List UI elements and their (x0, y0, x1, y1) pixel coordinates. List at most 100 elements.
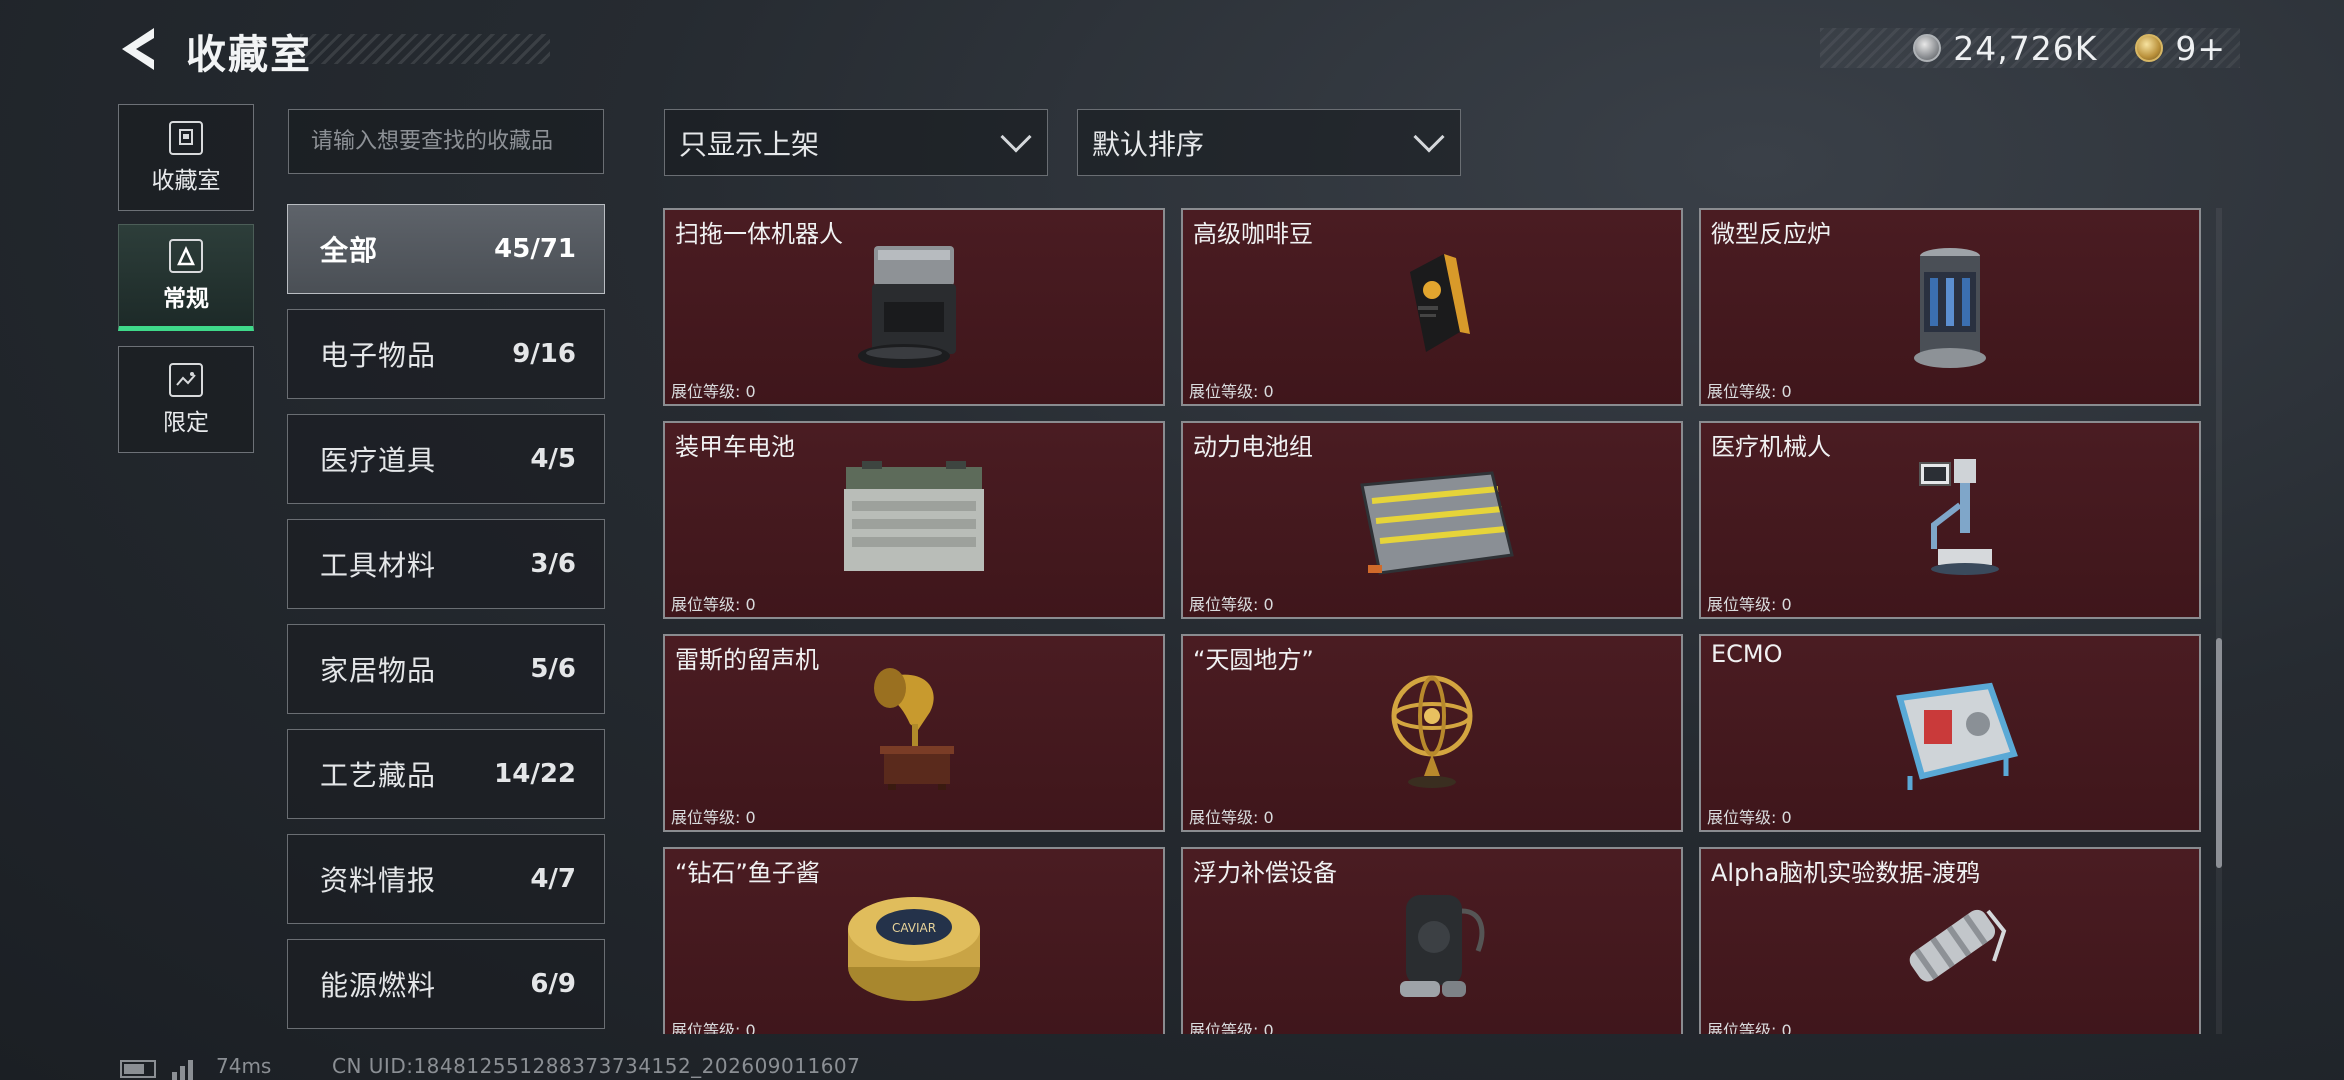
currency-amount: 24,726K (1953, 28, 2098, 68)
gramophone-icon (874, 668, 954, 790)
battery-pack-icon (1360, 471, 1514, 575)
category-name: 工艺藏品 (320, 759, 437, 792)
robot-vacuum-icon (858, 246, 956, 368)
category-energy[interactable]: 能源燃料 6/9 (287, 939, 605, 1029)
nav-tab-label: 收藏室 (151, 167, 221, 194)
item-grid: 扫拖一体机器人 展位等级: 0 高级咖啡豆 展位等级: 0 微型反应炉 展位等级… (663, 208, 2203, 1034)
back-arrow-icon (122, 28, 154, 70)
category-count: 4/7 (530, 864, 576, 894)
item-name: 微型反应炉 (1711, 220, 1831, 248)
item-name: 医疗机械人 (1711, 433, 1831, 461)
currency-badge[interactable]: 9+ (2175, 29, 2226, 68)
limited-icon (169, 362, 203, 397)
item-level: 展位等级: 0 (1707, 808, 1792, 827)
grid-scrollbar[interactable] (2216, 208, 2222, 1034)
category-medical[interactable]: 医疗道具 4/5 (287, 414, 605, 504)
chevron-down-icon (1413, 120, 1445, 153)
display-filter-value: 只显示上架 (679, 127, 820, 161)
caviar-tin-icon: CAVIAR (848, 897, 980, 1001)
chevron-down-icon (1000, 120, 1032, 153)
category-name: 资料情报 (320, 864, 437, 897)
category-name: 家居物品 (320, 654, 437, 687)
category-count: 4/5 (530, 444, 576, 474)
search-box[interactable] (288, 109, 604, 174)
signal-icon (172, 1056, 202, 1080)
battery-icon (120, 1060, 156, 1078)
nav-tab-collection-room[interactable]: 收藏室 (118, 104, 254, 211)
medal-icon (2135, 34, 2164, 62)
item-level: 展位等级: 0 (671, 595, 756, 614)
vehicle-battery-icon (844, 461, 984, 571)
scrollbar-thumb[interactable] (2216, 638, 2222, 868)
category-electronics[interactable]: 电子物品 9/16 (287, 309, 605, 399)
category-count: 9/16 (512, 339, 576, 369)
coffee-bag-icon (1410, 254, 1470, 352)
item-level: 展位等级: 0 (1707, 595, 1792, 614)
nav-tab-regular[interactable]: 常规 (118, 224, 254, 331)
sort-value: 默认排序 (1092, 127, 1205, 161)
data-canister-icon (1909, 909, 2007, 982)
item-card-medical-robot[interactable]: 医疗机械人 展位等级: 0 (1699, 421, 2201, 619)
category-crafts[interactable]: 工艺藏品 14/22 (287, 729, 605, 819)
reactor-icon (1914, 248, 1986, 368)
item-card-micro-reactor[interactable]: 微型反应炉 展位等级: 0 (1699, 208, 2201, 406)
item-card-alpha-data[interactable]: Alpha脑机实验数据-渡鸦 展位等级: 0 (1699, 847, 2201, 1034)
category-name: 能源燃料 (320, 969, 437, 1002)
user-uid: CN UID:18481255128837373​4152_2026090116… (332, 1054, 861, 1078)
ecmo-machine-icon (1896, 682, 2018, 790)
category-name: 工具材料 (320, 549, 437, 582)
category-count: 5/6 (530, 654, 576, 684)
search-input[interactable] (311, 129, 603, 154)
item-card-buoyancy-device[interactable]: 浮力补偿设备 展位等级: 0 (1181, 847, 1683, 1034)
item-level: 展位等级: 0 (671, 1021, 756, 1034)
item-level: 展位等级: 0 (1189, 595, 1274, 614)
item-card-gramophone[interactable]: 雷斯的留声机 展位等级: 0 (663, 634, 1165, 832)
title-decoration (300, 34, 550, 64)
category-name: 电子物品 (320, 339, 437, 372)
item-card-caviar[interactable]: “钻石”鱼子酱 CAVIAR 展位等级: 0 (663, 847, 1165, 1034)
category-household[interactable]: 家居物品 5/6 (287, 624, 605, 714)
category-name: 全部 (320, 234, 379, 267)
item-card-armillary[interactable]: “天圆地方” 展位等级: 0 (1181, 634, 1683, 832)
coin-icon (1913, 34, 1942, 62)
item-name: 高级咖啡豆 (1193, 220, 1313, 248)
category-intel[interactable]: 资料情报 4/7 (287, 834, 605, 924)
nav-tab-limited[interactable]: 限定 (118, 346, 254, 453)
item-name: 雷斯的留声机 (675, 646, 819, 674)
back-button[interactable] (116, 24, 166, 74)
item-level: 展位等级: 0 (1707, 382, 1792, 401)
category-all[interactable]: 全部 45/71 (287, 204, 605, 294)
item-card-power-battery[interactable]: 动力电池组 展位等级: 0 (1181, 421, 1683, 619)
caviar-label: CAVIAR (892, 921, 936, 935)
page-title: 收藏室 (186, 32, 312, 78)
sort-dropdown[interactable]: 默认排序 (1077, 109, 1461, 176)
nav-tab-label: 限定 (163, 409, 209, 436)
category-tools[interactable]: 工具材料 3/6 (287, 519, 605, 609)
category-count: 14/22 (494, 759, 576, 789)
display-filter-dropdown[interactable]: 只显示上架 (664, 109, 1048, 176)
item-name: 浮力补偿设备 (1193, 859, 1337, 887)
item-level: 展位等级: 0 (671, 382, 756, 401)
category-count: 6/9 (530, 969, 576, 999)
item-name: ECMO (1711, 640, 1783, 668)
item-name: “钻石”鱼子酱 (675, 859, 820, 887)
top-bar: 收藏室 24,726K 9+ (0, 0, 2344, 100)
item-name: “天圆地方” (1193, 646, 1314, 674)
status-bar: 74ms CN UID:18481255128837373​4152_20260… (0, 1050, 2344, 1080)
item-card-coffee-beans[interactable]: 高级咖啡豆 展位等级: 0 (1181, 208, 1683, 406)
armillary-sphere-icon (1391, 675, 1473, 788)
item-card-armored-battery[interactable]: 装甲车电池 展位等级: 0 (663, 421, 1165, 619)
item-level: 展位等级: 0 (1189, 1021, 1274, 1034)
item-name: 动力电池组 (1193, 433, 1313, 461)
ping-value: 74ms (216, 1054, 272, 1078)
bcd-vest-icon (1400, 895, 1485, 997)
currency-bar: 24,726K 9+ (1820, 28, 2240, 68)
item-name: 装甲车电池 (675, 433, 795, 461)
item-card-robot-vacuum[interactable]: 扫拖一体机器人 展位等级: 0 (663, 208, 1165, 406)
item-level: 展位等级: 0 (1189, 808, 1274, 827)
item-card-ecmo[interactable]: ECMO 展位等级: 0 (1699, 634, 2201, 832)
item-level: 展位等级: 0 (671, 808, 756, 827)
item-level: 展位等级: 0 (1189, 382, 1274, 401)
item-level: 展位等级: 0 (1707, 1021, 1792, 1034)
collection-room-icon (169, 120, 203, 155)
